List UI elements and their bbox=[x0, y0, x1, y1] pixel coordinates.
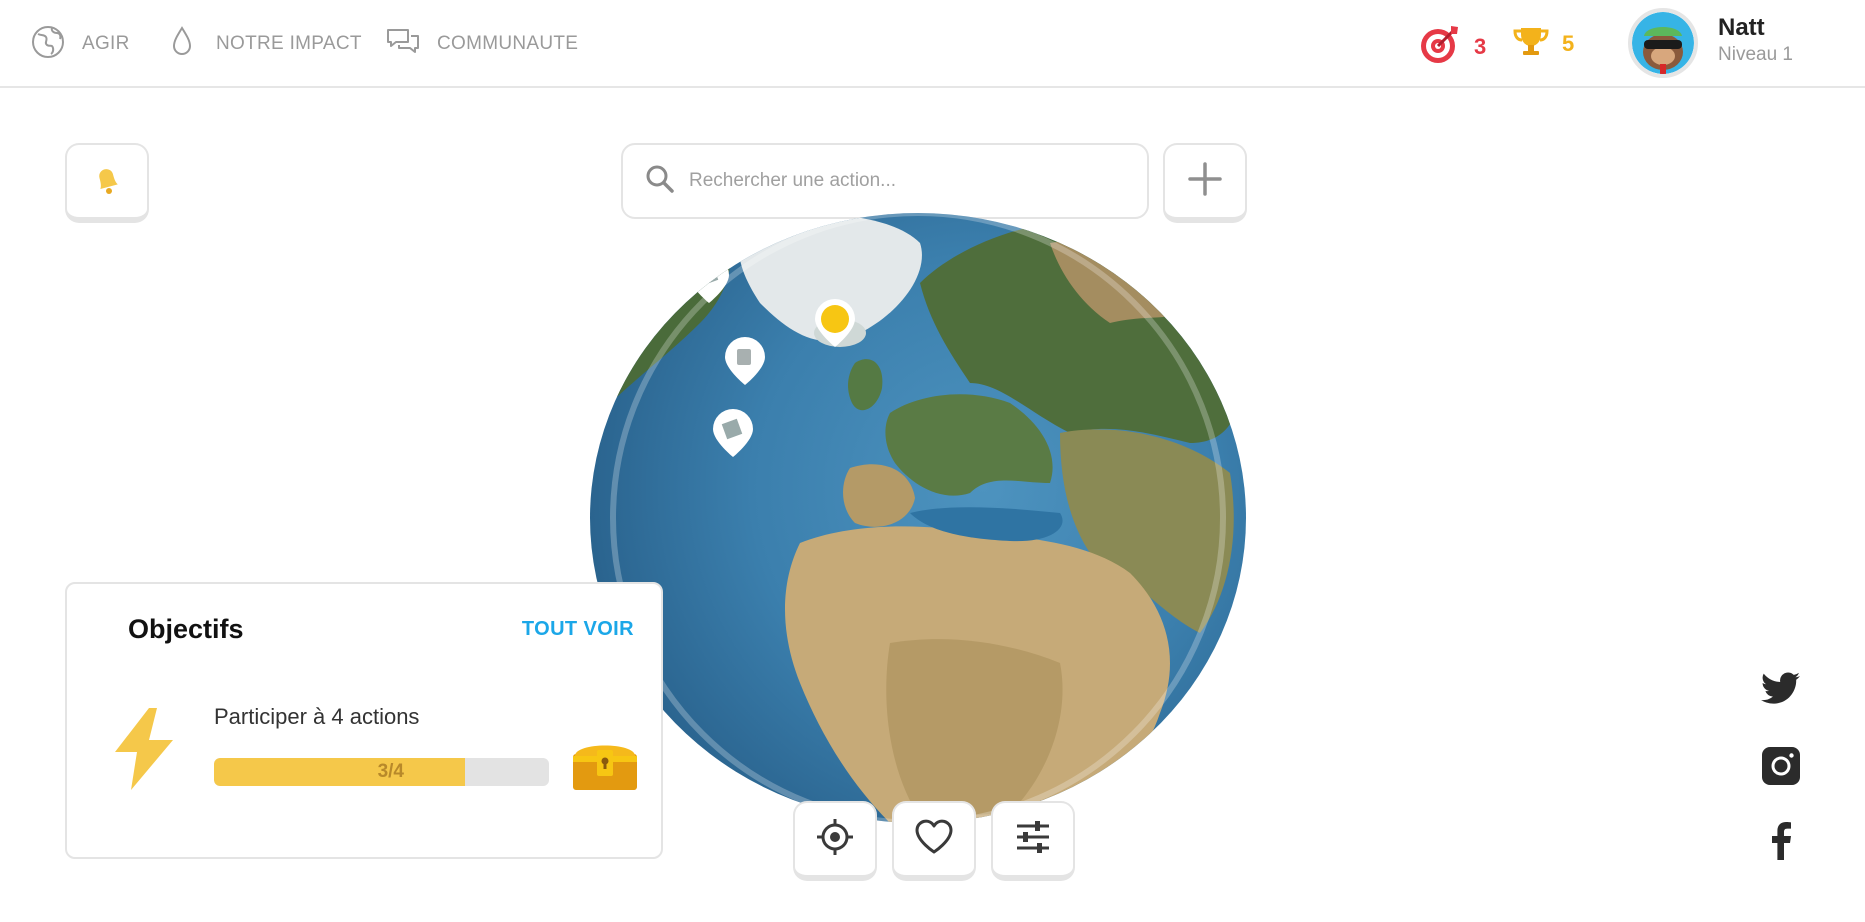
avatar[interactable] bbox=[1628, 8, 1698, 78]
top-navigation-bar: AGIR NOTRE IMPACT COMMUNAUTE 3 5 Natt Ni… bbox=[0, 0, 1865, 88]
notifications-button[interactable] bbox=[65, 143, 149, 223]
trophy-count: 5 bbox=[1562, 30, 1575, 56]
earth-globe[interactable] bbox=[590, 213, 1246, 823]
objectives-card: Objectifs TOUT VOIR Participer à 4 actio… bbox=[65, 582, 663, 859]
progress-text: 3/4 bbox=[377, 761, 404, 782]
user-level: Niveau 1 bbox=[1718, 44, 1793, 65]
nav-communaute[interactable]: COMMUNAUTE bbox=[385, 24, 578, 64]
bell-icon bbox=[89, 161, 125, 202]
twitter-link[interactable] bbox=[1760, 667, 1802, 709]
chat-bubbles-icon bbox=[385, 24, 421, 65]
objective-progress-bar: 3/4 bbox=[214, 758, 549, 786]
search-icon bbox=[645, 164, 675, 199]
globe-icon bbox=[30, 24, 66, 65]
twitter-icon bbox=[1760, 672, 1802, 713]
crosshair-icon bbox=[815, 817, 855, 862]
treasure-chest-icon[interactable] bbox=[571, 736, 639, 797]
objective-label: Participer à 4 actions bbox=[214, 704, 420, 729]
plus-icon bbox=[1186, 160, 1224, 203]
search-bar[interactable] bbox=[621, 143, 1149, 219]
locate-button[interactable] bbox=[793, 801, 877, 881]
target-count: 3 bbox=[1474, 33, 1487, 59]
sliders-icon bbox=[1013, 818, 1053, 861]
search-input[interactable] bbox=[689, 170, 1129, 192]
nav-communaute-label: COMMUNAUTE bbox=[437, 33, 579, 54]
facebook-link[interactable] bbox=[1760, 820, 1802, 862]
nav-notre-impact[interactable]: NOTRE IMPACT bbox=[164, 24, 362, 64]
filters-button[interactable] bbox=[991, 801, 1075, 881]
instagram-link[interactable] bbox=[1760, 745, 1802, 787]
nav-notre-impact-label: NOTRE IMPACT bbox=[216, 33, 362, 54]
instagram-icon bbox=[1760, 747, 1802, 791]
lightning-icon bbox=[111, 706, 177, 797]
heart-icon bbox=[913, 818, 955, 861]
trophy-counter[interactable]: 5 bbox=[1512, 22, 1574, 65]
target-icon bbox=[1418, 22, 1462, 71]
objectives-title: Objectifs bbox=[128, 614, 244, 644]
favorites-button[interactable] bbox=[892, 801, 976, 881]
drop-icon bbox=[164, 24, 200, 65]
trophy-icon bbox=[1512, 22, 1550, 65]
nav-agir-label: AGIR bbox=[82, 33, 130, 54]
see-all-link[interactable]: TOUT VOIR bbox=[522, 618, 634, 641]
nav-agir[interactable]: AGIR bbox=[30, 24, 130, 64]
facebook-icon bbox=[1760, 822, 1802, 866]
target-counter[interactable]: 3 bbox=[1418, 22, 1486, 71]
add-action-button[interactable] bbox=[1163, 143, 1247, 223]
user-name[interactable]: Natt bbox=[1718, 14, 1765, 42]
